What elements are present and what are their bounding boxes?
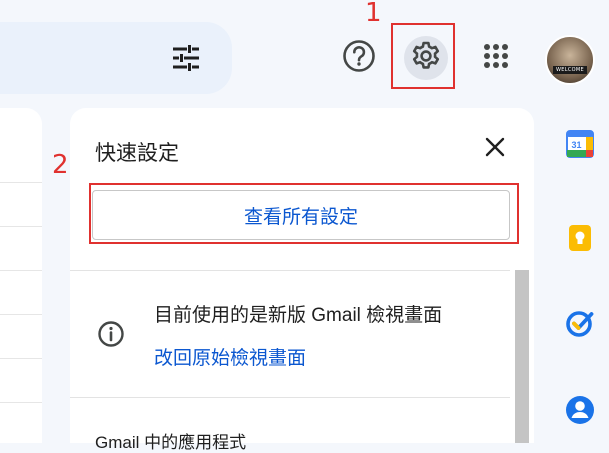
help-button[interactable]	[337, 36, 381, 80]
google-contacts-icon	[565, 395, 595, 430]
section-divider	[70, 270, 510, 271]
step-number-2: 2	[52, 150, 69, 180]
scrollbar-thumb[interactable]	[515, 270, 529, 443]
calendar-day-label: 31	[571, 140, 581, 150]
filter-tune-icon	[171, 44, 201, 76]
apps-in-gmail-heading: Gmail 中的應用程式	[95, 433, 247, 452]
google-tasks-icon	[565, 308, 595, 343]
search-options-button[interactable]	[164, 38, 208, 82]
info-icon	[97, 320, 125, 353]
revert-to-original-view-link[interactable]: 改回原始檢視畫面	[154, 343, 306, 370]
close-quick-settings-button[interactable]	[476, 130, 514, 168]
mail-row-divider	[0, 358, 42, 359]
google-keep-icon	[566, 224, 594, 257]
close-icon	[485, 137, 505, 162]
google-apps-button[interactable]	[474, 36, 518, 80]
current-view-text: 目前使用的是新版 Gmail 檢視畫面	[154, 305, 443, 326]
mail-row-divider	[0, 314, 42, 315]
highlight-box-see-all	[89, 183, 519, 244]
mail-row-divider	[0, 402, 42, 403]
mail-list-panel	[0, 108, 42, 443]
mail-row-divider	[0, 226, 42, 227]
calendar-button[interactable]: 31	[562, 128, 598, 164]
contacts-button[interactable]	[562, 394, 598, 430]
mail-row-divider	[0, 270, 42, 271]
section-divider	[70, 397, 510, 398]
highlight-box-settings	[391, 23, 455, 89]
help-circle-icon	[342, 39, 376, 78]
mail-row-divider	[0, 182, 42, 183]
tasks-button[interactable]	[562, 307, 598, 343]
keep-button[interactable]	[562, 222, 598, 258]
step-number-1: 1	[365, 0, 382, 28]
quick-settings-title: 快速設定	[95, 142, 179, 165]
account-avatar[interactable]: WELCOME	[545, 35, 595, 85]
avatar-banner-text: WELCOME	[553, 66, 587, 74]
apps-grid-icon	[482, 42, 510, 75]
google-calendar-icon: 31	[566, 129, 594, 163]
